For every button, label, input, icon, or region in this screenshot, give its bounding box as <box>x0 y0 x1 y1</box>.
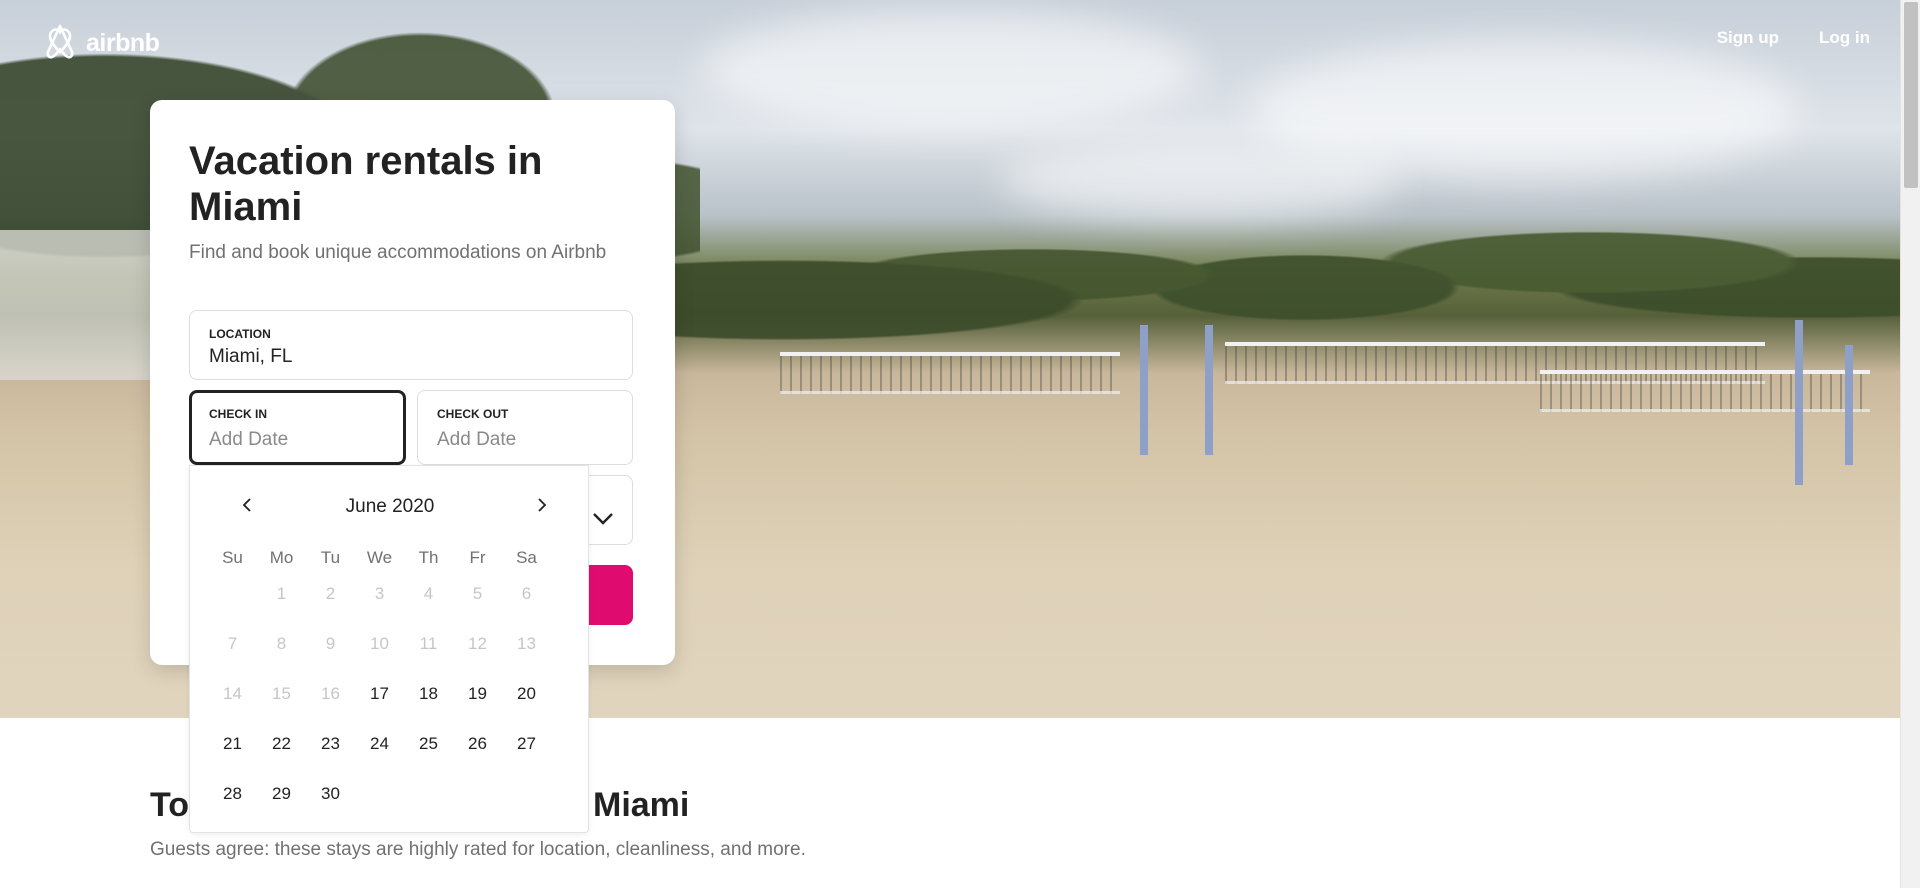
chevron-down-icon <box>592 512 614 531</box>
page-scrollbar[interactable] <box>1900 0 1920 888</box>
weekday-label: Th <box>418 548 439 567</box>
calendar-day[interactable]: 28 <box>208 784 257 804</box>
calendar-day[interactable]: 24 <box>355 734 404 754</box>
calendar-day: 4 <box>423 584 434 603</box>
calendar-day: 7 <box>227 634 238 653</box>
location-label: LOCATION <box>209 327 271 341</box>
top-nav: Sign up Log in <box>1717 28 1870 48</box>
weekday-label: Fr <box>469 548 486 567</box>
next-month-button[interactable] <box>529 494 555 520</box>
calendar-day: 13 <box>517 634 536 653</box>
calendar-day[interactable]: 27 <box>502 734 551 754</box>
log-in-link[interactable]: Log in <box>1819 28 1870 48</box>
calendar-day: 11 <box>419 634 438 653</box>
section-title-end: Miami <box>593 786 690 824</box>
date-picker: June 2020 Su Mo Tu We Th Fr Sa 123456789… <box>189 465 589 833</box>
calendar-day: 14 <box>223 684 242 703</box>
calendar-day: 9 <box>325 634 336 653</box>
sign-up-link[interactable]: Sign up <box>1717 28 1779 48</box>
calendar-day[interactable]: 21 <box>208 734 257 754</box>
brand-logo[interactable]: airbnb <box>42 22 160 65</box>
section-title-start: To <box>150 786 190 824</box>
weekday-label: Sa <box>516 548 537 567</box>
weekday-label: Su <box>222 548 243 567</box>
calendar-day: 12 <box>468 634 487 653</box>
scrollbar-thumb[interactable] <box>1904 2 1918 188</box>
airbnb-logo-icon <box>42 22 78 65</box>
check-in-placeholder: Add Date <box>209 429 289 450</box>
calendar-day: 1 <box>276 584 287 603</box>
calendar-day[interactable]: 26 <box>453 734 502 754</box>
calendar-day[interactable]: 29 <box>257 784 306 804</box>
location-value: Miami, FL <box>209 346 293 367</box>
weekday-label: We <box>366 548 393 567</box>
check-out-label: CHECK OUT <box>437 407 509 421</box>
check-out-placeholder: Add Date <box>437 429 517 450</box>
section-subtitle: Guests agree: these stays are highly rat… <box>150 839 806 860</box>
calendar-day: 5 <box>472 584 483 603</box>
calendar-day[interactable]: 22 <box>257 734 306 754</box>
calendar-day: 6 <box>521 584 532 603</box>
calendar-day[interactable]: 20 <box>502 684 551 704</box>
calendar-day[interactable]: 18 <box>404 684 453 704</box>
calendar-day: 10 <box>370 634 389 653</box>
page-title: Vacation rentals in Miami <box>189 139 543 229</box>
calendar-day: 2 <box>325 584 336 603</box>
check-in-field[interactable]: CHECK IN Add Date <box>189 390 406 465</box>
weekday-label: Tu <box>320 548 341 567</box>
check-out-field[interactable]: CHECK OUT Add Date <box>417 390 633 465</box>
brand-name: airbnb <box>86 29 160 57</box>
calendar-day: 15 <box>272 684 291 703</box>
calendar-day: 16 <box>321 684 340 703</box>
page-subtitle: Find and book unique accommodations on A… <box>189 242 607 263</box>
calendar-day[interactable]: 17 <box>355 684 404 704</box>
calendar-day[interactable]: 23 <box>306 734 355 754</box>
chevron-right-icon <box>536 497 548 518</box>
location-field[interactable]: LOCATION Miami, FL <box>189 310 633 380</box>
calendar-day: 3 <box>374 584 385 603</box>
calendar-day[interactable]: 25 <box>404 734 453 754</box>
weekday-label: Mo <box>269 548 294 567</box>
calendar-day[interactable]: 19 <box>453 684 502 704</box>
check-in-label: CHECK IN <box>209 407 268 421</box>
calendar-day: 8 <box>276 634 287 653</box>
calendar-day[interactable]: 30 <box>306 784 355 804</box>
